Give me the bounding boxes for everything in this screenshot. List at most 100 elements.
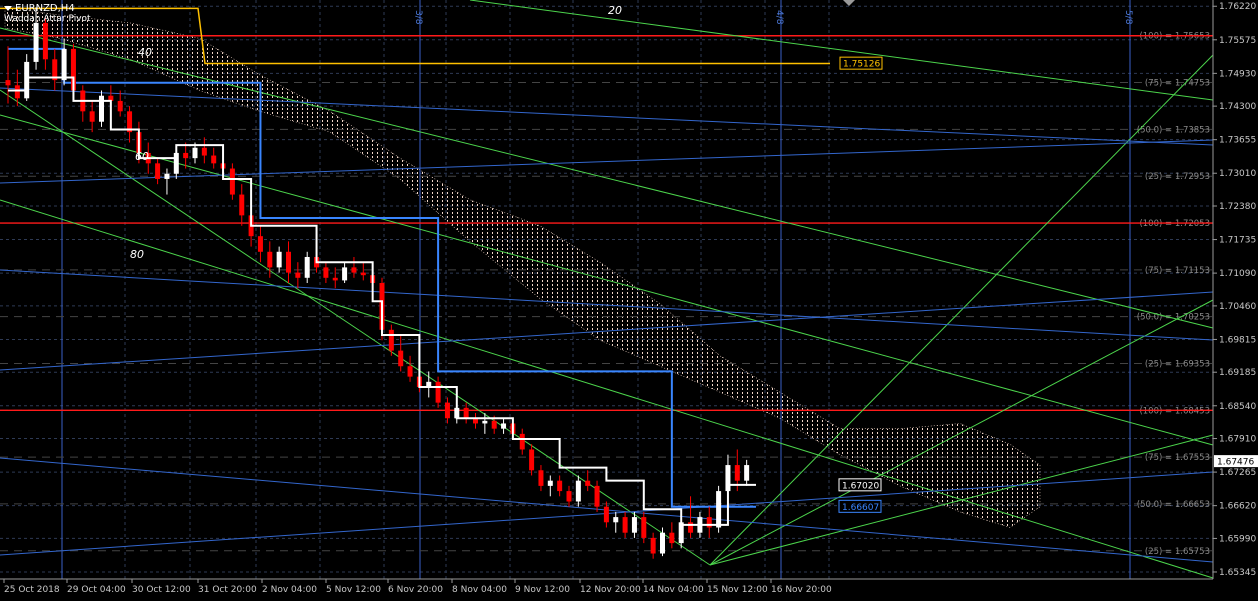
date-tick-label: 9 Nov 12:00 — [515, 585, 570, 595]
candle-body — [566, 491, 572, 502]
chevron-down-icon[interactable] — [4, 6, 12, 11]
angle-label: 40 — [138, 46, 152, 59]
price-tick-label: 1.68540 — [1219, 402, 1256, 412]
price-tick-label: 1.74930 — [1219, 69, 1256, 79]
price-tick-label: 1.71735 — [1219, 236, 1256, 246]
candle-body — [688, 522, 694, 533]
candle-body — [734, 465, 740, 481]
date-tick-label: 29 Oct 04:00 — [67, 585, 126, 595]
price-chart[interactable]: 3/8 4/8 5/8 (100) = 1.75653 (75) = 1.74753 (… — [0, 0, 1258, 601]
angle-label: 20 — [608, 4, 622, 17]
date-tick-label: 31 Oct 20:00 — [198, 585, 257, 595]
price-tick-label: 1.76220 — [1219, 2, 1256, 12]
candle-body — [323, 267, 329, 278]
price-box-label: 1.67020 — [842, 481, 879, 491]
date-tick-label: 15 Nov 12:00 — [707, 585, 768, 595]
date-tick-label: 6 Nov 20:00 — [388, 585, 443, 595]
candle-body — [211, 155, 217, 164]
candle-body — [257, 236, 263, 252]
current-price-label: 1.67476 — [1217, 458, 1254, 468]
indicator-label: Waddah Attar Pivot — [4, 14, 91, 24]
candle-body — [603, 506, 609, 523]
price-tick-label: 1.67910 — [1219, 435, 1256, 445]
candle-body — [547, 480, 553, 486]
candle-body — [744, 465, 750, 481]
candle-body — [42, 22, 48, 60]
candle-body — [155, 163, 161, 179]
candle-body — [575, 480, 581, 502]
date-tick-label: 12 Nov 20:00 — [580, 585, 641, 595]
candle-body — [398, 350, 404, 367]
fib-level-label: (75) = 1.71153 — [1145, 266, 1210, 276]
candle-body — [304, 256, 310, 278]
candle-body — [351, 267, 357, 273]
price-tick-label: 1.73655 — [1219, 136, 1256, 146]
chart-shift-marker-icon[interactable] — [843, 0, 855, 6]
candle-body — [669, 532, 675, 544]
candle-body — [435, 381, 441, 403]
candle-body — [276, 251, 282, 268]
symbol-label: EURNZD,H4 — [15, 3, 75, 14]
candle-body — [267, 251, 273, 268]
price-tick-label: 1.67265 — [1219, 468, 1256, 478]
fib-level-label: (75) = 1.67553 — [1145, 453, 1210, 463]
candle-body — [201, 147, 207, 156]
fib-level-label: (50.0) = 1.66653 — [1137, 500, 1210, 510]
candle-body — [388, 329, 394, 351]
candle-body — [342, 267, 348, 281]
date-tick-label: 8 Nov 04:00 — [452, 585, 507, 595]
candle-body — [650, 537, 656, 554]
candle-body — [444, 402, 450, 419]
date-tick-label: 5 Nov 12:00 — [326, 585, 381, 595]
price-tick-label: 1.65990 — [1219, 534, 1256, 544]
candle-body — [360, 272, 366, 276]
candle-body — [538, 470, 544, 486]
price-box-label: 1.66607 — [842, 503, 879, 513]
candle-body — [239, 194, 245, 216]
candle-body — [660, 532, 665, 554]
candle-body — [99, 95, 104, 122]
candle-body — [463, 407, 469, 419]
candle-body — [407, 366, 413, 377]
candle-body — [295, 272, 301, 278]
price-tick-label: 1.69815 — [1219, 335, 1256, 345]
fib-level-label: (100) = 1.75653 — [1139, 32, 1210, 42]
candle-body — [61, 48, 67, 81]
candle-body — [585, 480, 591, 486]
candle-body — [5, 80, 11, 86]
candle-body — [229, 168, 235, 195]
candle-body — [117, 100, 123, 112]
candle-body — [622, 517, 628, 533]
candle-body — [641, 517, 647, 538]
price-tick-label: 1.65345 — [1219, 568, 1256, 578]
date-tick-label: 2 Nov 04:00 — [262, 585, 317, 595]
candle-body — [529, 449, 535, 471]
candle-body — [716, 491, 722, 528]
candle-body — [491, 420, 497, 429]
fib-level-label: (100) = 1.72053 — [1139, 219, 1210, 229]
candle-body — [631, 517, 637, 533]
date-tick-label: 14 Nov 04:00 — [643, 585, 704, 595]
price-tick-label: 1.70460 — [1219, 302, 1256, 312]
candle-body — [14, 85, 20, 99]
candle-body — [706, 517, 712, 528]
fib-level-label: (75) = 1.74753 — [1145, 79, 1210, 89]
price-tick-label: 1.71090 — [1219, 269, 1256, 279]
fib-level-label: (50.0) = 1.73853 — [1137, 125, 1210, 135]
candle-body — [594, 485, 600, 507]
price-tick-label: 1.69185 — [1219, 368, 1256, 378]
candle-body — [332, 277, 338, 281]
candle-body — [519, 433, 525, 450]
candle-body — [164, 173, 170, 179]
angle-label: 80 — [130, 248, 144, 261]
chart-header: EURNZD,H4 Waddah Attar Pivot — [4, 3, 91, 25]
price-box-label: 1.75126 — [843, 60, 880, 70]
candle-body — [482, 420, 488, 424]
vline-label: 3/8 — [413, 10, 423, 25]
candle-body — [183, 152, 189, 159]
price-tick-label: 1.75575 — [1219, 36, 1256, 46]
candle-body — [33, 22, 39, 62]
angle-label: 60 — [135, 150, 149, 163]
date-tick-label: 25 Oct 2018 — [4, 585, 60, 595]
candle-body — [557, 480, 563, 492]
